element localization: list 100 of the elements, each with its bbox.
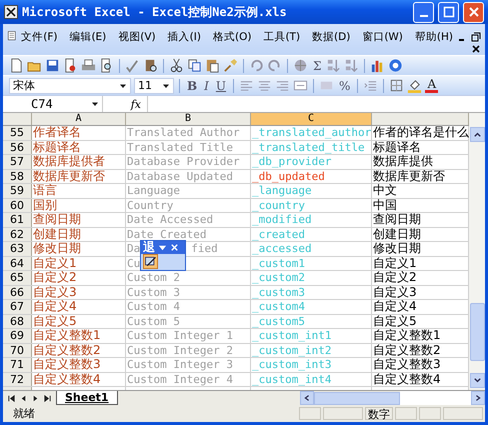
- table-cell: _custom1: [251, 256, 372, 270]
- table-cell: Custom Integer 3: [126, 358, 251, 372]
- dropdown-arrow-icon[interactable]: [158, 243, 167, 252]
- design-mode-icon[interactable]: [143, 254, 158, 269]
- name-box[interactable]: C74: [3, 96, 103, 112]
- clipboard-icon[interactable]: [205, 58, 220, 73]
- borders-icon[interactable]: [389, 78, 404, 93]
- caret-icon[interactable]: [119, 82, 127, 90]
- row-header[interactable]: 57: [3, 155, 32, 168]
- row-header[interactable]: 64: [3, 256, 32, 270]
- table-cell: _custom_int3: [251, 358, 372, 372]
- table-cell: _custom_int1: [251, 329, 372, 342]
- row-header[interactable]: 55: [3, 126, 32, 140]
- table-cell: Custom Integer 2: [126, 344, 251, 357]
- menu-item[interactable]: 格式(O): [212, 30, 252, 44]
- sheet-tab[interactable]: Sheet1: [56, 391, 118, 405]
- brush-icon[interactable]: [223, 58, 238, 73]
- menu-item[interactable]: 工具(T): [263, 30, 300, 44]
- table-cell: Database Updated: [126, 170, 251, 183]
- menu-item[interactable]: 帮助(H): [414, 30, 453, 44]
- menu-item[interactable]: 文件(F): [21, 30, 58, 44]
- table-cell: _translated_author: [251, 126, 372, 140]
- blank-page-icon[interactable]: [9, 58, 24, 73]
- row-header[interactable]: 56: [3, 140, 32, 154]
- book-icon[interactable]: [143, 58, 158, 73]
- column-header[interactable]: B: [126, 113, 251, 125]
- underline-button[interactable]: U: [214, 78, 228, 92]
- scroll-thumb[interactable]: [470, 303, 484, 361]
- status-indicator: 数字: [365, 407, 393, 420]
- font-size-dropdown[interactable]: 11: [134, 78, 174, 94]
- caret-icon[interactable]: [91, 100, 99, 108]
- row-header[interactable]: 62: [3, 228, 32, 241]
- status-text: 就绪: [12, 406, 35, 421]
- table-cell: Translated Title: [126, 140, 251, 154]
- insert-function-button[interactable]: fx: [103, 98, 147, 110]
- table-cell: 标题译名: [32, 140, 126, 154]
- menu-item[interactable]: 窗口(W): [362, 30, 403, 44]
- table-cell: Custom 3: [126, 286, 251, 299]
- row-header[interactable]: 67: [3, 300, 32, 314]
- table-cell: Language: [126, 184, 251, 198]
- table-cell-text: Da: [127, 242, 140, 256]
- maximize-icon: [442, 6, 454, 18]
- row-header[interactable]: 60: [3, 198, 32, 212]
- menu-item[interactable]: 数据(D): [312, 30, 350, 44]
- table-cell: _db_updated: [251, 170, 372, 183]
- restore-icon[interactable]: [471, 32, 481, 42]
- scroll-up-button[interactable]: [470, 127, 484, 142]
- printer-icon[interactable]: [81, 58, 96, 73]
- horizontal-scrollbar[interactable]: [300, 391, 485, 405]
- menu-item[interactable]: 视图(V): [118, 30, 156, 44]
- table-cell: _modified: [251, 213, 372, 226]
- scissors-icon[interactable]: [169, 58, 184, 73]
- close-icon: [468, 6, 480, 18]
- table-cell: 创建日期: [32, 228, 126, 241]
- copy-icon[interactable]: [187, 58, 202, 73]
- table-cell: _custom_int4: [251, 372, 372, 386]
- italic-button[interactable]: I: [202, 78, 211, 92]
- row-header[interactable]: 70: [3, 344, 32, 357]
- row-header[interactable]: 66: [3, 286, 32, 299]
- row-header[interactable]: 71: [3, 358, 32, 372]
- menu-item[interactable]: 插入(I): [168, 30, 201, 44]
- page-lock-icon[interactable]: [63, 58, 78, 73]
- row-header[interactable]: 69: [3, 329, 32, 342]
- row-header[interactable]: 58: [3, 170, 32, 183]
- table-cell: 自定义5: [32, 314, 126, 328]
- close-icon[interactable]: [471, 44, 481, 54]
- minimize-button[interactable]: [413, 2, 434, 22]
- table-cell: Custom Integer 1: [126, 329, 251, 342]
- sheet-nav-icon[interactable]: [43, 394, 52, 402]
- maximize-button[interactable]: [438, 2, 459, 22]
- menu-item[interactable]: 编辑(E): [69, 30, 106, 44]
- table-cell: 自定义整数1: [32, 329, 126, 342]
- table-cell: 查阅日期: [32, 213, 126, 226]
- merge-center-icon[interactable]: [293, 78, 308, 93]
- column-header[interactable]: C: [251, 113, 372, 125]
- bold-button[interactable]: B: [185, 78, 200, 92]
- row-header[interactable]: 59: [3, 184, 32, 198]
- row-header[interactable]: 68: [3, 314, 32, 328]
- autosum-button[interactable]: Σ: [311, 58, 324, 72]
- table-cell: _language: [251, 184, 372, 198]
- caret-icon[interactable]: [162, 82, 170, 90]
- table-cell: Custom Integer 4: [126, 372, 251, 386]
- row-header[interactable]: 63: [3, 242, 32, 256]
- vertical-scrollbar[interactable]: [469, 113, 485, 390]
- font-dropdown[interactable]: 宋体: [9, 78, 131, 94]
- globe-icon[interactable]: [293, 58, 308, 73]
- table-cell: 语言: [32, 184, 126, 198]
- table-cell: _db_provider: [251, 155, 372, 168]
- row-header[interactable]: 61: [3, 213, 32, 226]
- row-header[interactable]: 65: [3, 271, 32, 284]
- help-icon[interactable]: [388, 58, 404, 73]
- row-header[interactable]: 72: [3, 372, 32, 386]
- scroll-down-button[interactable]: [470, 373, 484, 388]
- spell-check-icon[interactable]: [125, 58, 140, 73]
- table-cell: 自定义1: [32, 256, 126, 270]
- fill-color-icon[interactable]: [407, 78, 422, 93]
- close-button[interactable]: [463, 2, 484, 22]
- column-header[interactable]: A: [32, 113, 126, 125]
- sheet-nav-icon[interactable]: [7, 394, 16, 402]
- percent-button[interactable]: %: [337, 78, 352, 92]
